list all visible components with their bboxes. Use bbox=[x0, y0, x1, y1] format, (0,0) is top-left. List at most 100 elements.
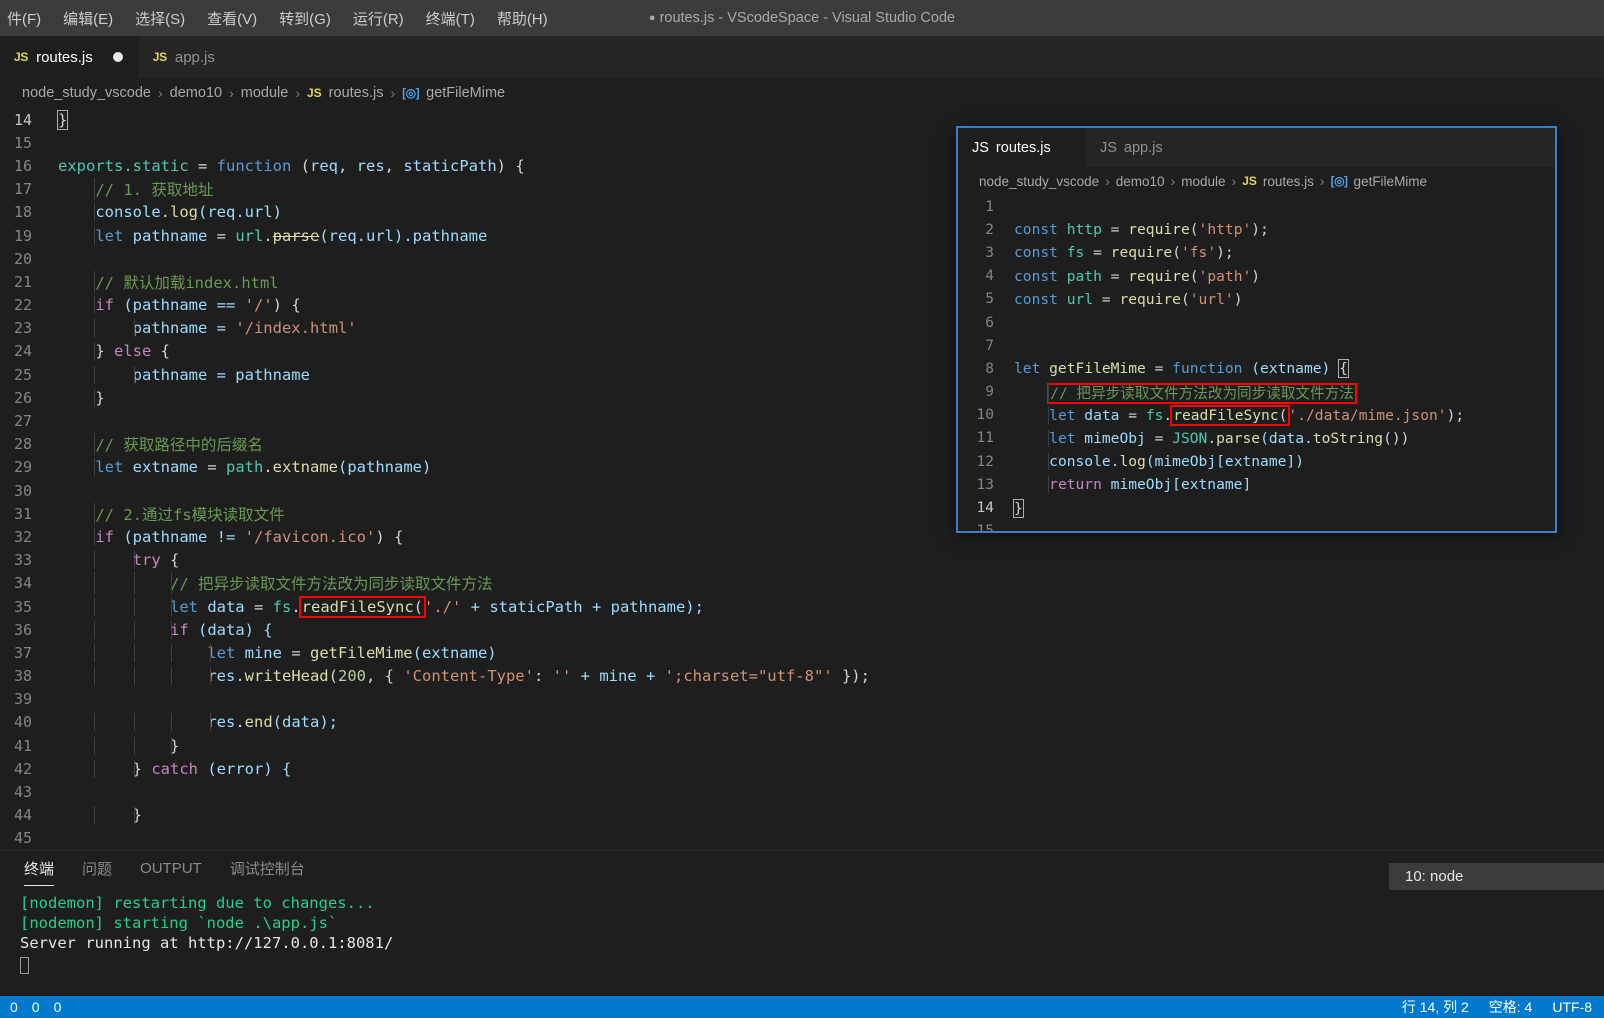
panel-tab-output[interactable]: OUTPUT bbox=[132, 857, 210, 883]
code-token: getFileMime bbox=[309, 643, 413, 662]
menu-go[interactable]: 转到(G) bbox=[268, 4, 342, 33]
panel-tab-problems[interactable]: 问题 bbox=[74, 855, 120, 885]
code-token: + mine + bbox=[571, 667, 665, 686]
floating-editor-window[interactable]: JS routes.js JS app.js node_study_vscode… bbox=[956, 126, 1557, 533]
breadcrumb-item-2[interactable]: module bbox=[1181, 174, 1225, 189]
overlay-code-line-6: 6 bbox=[958, 311, 1555, 334]
status-encoding[interactable]: UTF-8 bbox=[1552, 996, 1592, 1018]
line-number: 7 bbox=[985, 337, 994, 354]
breadcrumb-item-0[interactable]: node_study_vscode bbox=[979, 174, 1099, 189]
line-number: 1 bbox=[985, 198, 994, 215]
breadcrumb-item-2[interactable]: module bbox=[241, 85, 289, 101]
code-token: ) { bbox=[496, 156, 525, 175]
code-token: path bbox=[1057, 267, 1111, 285]
line-number: 4 bbox=[985, 268, 994, 285]
code-token: log bbox=[1119, 453, 1146, 471]
line-number: 20 bbox=[13, 249, 32, 268]
overlay-code-line-1: 1 bbox=[958, 195, 1555, 218]
status-indentation[interactable]: 空格: 4 bbox=[1489, 996, 1533, 1018]
overlay-tab-app-js[interactable]: JS app.js bbox=[1086, 128, 1214, 167]
status-warnings[interactable]: 0 bbox=[32, 996, 40, 1018]
tab-label: routes.js bbox=[995, 139, 1051, 156]
code-token: ( bbox=[1172, 244, 1181, 262]
breadcrumb-item-3[interactable]: routes.js bbox=[329, 85, 384, 101]
overlay-code-line-9: 9 // 把异步读取文件方法改为同步读取文件方法 bbox=[958, 381, 1555, 404]
terminal-output[interactable]: [nodemon] restarting due to changes... [… bbox=[0, 889, 1604, 976]
code-token: . bbox=[235, 667, 245, 686]
line-source: let mimeObj = JSON.parse(data.toString()… bbox=[1014, 429, 1555, 447]
chevron-right-icon: › bbox=[1319, 173, 1325, 189]
status-infos[interactable]: 0 bbox=[54, 996, 62, 1018]
tab-routes-js[interactable]: JS routes.js bbox=[0, 36, 139, 78]
code-token: ( bbox=[1278, 406, 1288, 424]
code-token: , { bbox=[366, 667, 404, 686]
line-number: 23 bbox=[13, 319, 32, 338]
code-token: './' bbox=[424, 597, 462, 616]
code-token: ) { bbox=[375, 527, 404, 546]
code-token: (pathname) bbox=[338, 458, 432, 477]
code-token: fs bbox=[1057, 244, 1094, 262]
breadcrumb-item-4[interactable]: getFileMime bbox=[1354, 174, 1428, 189]
overlay-code-editor[interactable]: 1 2 const http = require('http'); 3 cons… bbox=[958, 195, 1555, 531]
tab-app-js[interactable]: JS app.js bbox=[139, 36, 277, 78]
line-number: 11 bbox=[976, 430, 994, 447]
line-source: } bbox=[58, 806, 1604, 825]
code-token: fs bbox=[272, 597, 292, 616]
status-cursor-position[interactable]: 行 14, 列 2 bbox=[1402, 996, 1469, 1018]
terminal-cursor-icon bbox=[20, 957, 29, 974]
menu-run[interactable]: 运行(R) bbox=[342, 4, 415, 33]
chevron-right-icon: › bbox=[390, 85, 396, 101]
code-token: require bbox=[1110, 244, 1173, 262]
code-token: require bbox=[1119, 290, 1181, 308]
unsaved-dot-icon: ● bbox=[648, 12, 656, 24]
code-token: { bbox=[160, 551, 180, 570]
code-token: ';charset="utf-8"' bbox=[664, 667, 833, 686]
breadcrumb-item-1[interactable]: demo10 bbox=[1116, 174, 1165, 189]
code-token: catch bbox=[151, 759, 198, 778]
code-token: = bbox=[1110, 267, 1129, 285]
line-number: 14 bbox=[976, 500, 994, 517]
breadcrumb-item-1[interactable]: demo10 bbox=[170, 85, 222, 101]
line-number: 42 bbox=[13, 759, 32, 778]
breadcrumb-item-4[interactable]: getFileMime bbox=[426, 85, 505, 101]
code-token: (req.url) bbox=[198, 203, 282, 222]
code-token: = bbox=[1154, 429, 1173, 447]
code-token: end bbox=[244, 713, 273, 732]
line-source: // 把异步读取文件方法改为同步读取文件方法 bbox=[1014, 381, 1555, 404]
line-number: 30 bbox=[13, 481, 32, 500]
menu-bar: 件(F) 编辑(E) 选择(S) 查看(V) 转到(G) 运行(R) 终端(T)… bbox=[0, 0, 559, 36]
code-comment: // 2.通过fs模块读取文件 bbox=[95, 505, 285, 524]
js-file-icon: JS bbox=[1100, 139, 1117, 156]
menu-view[interactable]: 查看(V) bbox=[196, 4, 268, 33]
code-line-33: 33 try { bbox=[0, 549, 1604, 572]
menu-file[interactable]: 件(F) bbox=[0, 4, 52, 33]
line-number: 25 bbox=[13, 365, 32, 384]
code-token: JSON bbox=[1172, 429, 1208, 447]
panel-tab-debug-console[interactable]: 调试控制台 bbox=[222, 855, 313, 885]
code-token: pathname = pathname bbox=[132, 365, 310, 384]
code-token: '' bbox=[552, 667, 572, 686]
line-source: try { bbox=[58, 551, 1604, 570]
line-number: 24 bbox=[13, 342, 32, 361]
breadcrumb-item-3[interactable]: routes.js bbox=[1263, 174, 1314, 189]
line-number: 26 bbox=[13, 388, 32, 407]
line-number: 37 bbox=[13, 643, 32, 662]
menu-terminal[interactable]: 终端(T) bbox=[415, 4, 486, 33]
menu-help[interactable]: 帮助(H) bbox=[486, 4, 559, 33]
code-token: . bbox=[263, 226, 273, 245]
menu-selection[interactable]: 选择(S) bbox=[124, 4, 196, 33]
panel-tab-terminal[interactable]: 终端 bbox=[16, 855, 62, 886]
menu-edit[interactable]: 编辑(E) bbox=[52, 4, 124, 33]
code-line-41: 41 } bbox=[0, 734, 1604, 757]
code-token: ( bbox=[328, 667, 338, 686]
code-token: (mimeObj[extname]) bbox=[1145, 453, 1304, 471]
code-token: (req.url).pathname bbox=[319, 226, 488, 245]
overlay-tab-routes-js[interactable]: JS routes.js bbox=[958, 128, 1086, 167]
status-errors[interactable]: 0 bbox=[10, 996, 18, 1018]
breadcrumb-item-0[interactable]: node_study_vscode bbox=[22, 85, 151, 101]
bottom-panel: 终端 问题 OUTPUT 调试控制台 10: node [nodemon] re… bbox=[0, 850, 1604, 996]
code-token: let bbox=[95, 458, 124, 477]
terminal-instance-selector[interactable]: 10: node bbox=[1389, 863, 1604, 890]
code-token: 'path' bbox=[1198, 267, 1252, 285]
panel-tab-bar: 终端 问题 OUTPUT 调试控制台 bbox=[0, 851, 1604, 889]
